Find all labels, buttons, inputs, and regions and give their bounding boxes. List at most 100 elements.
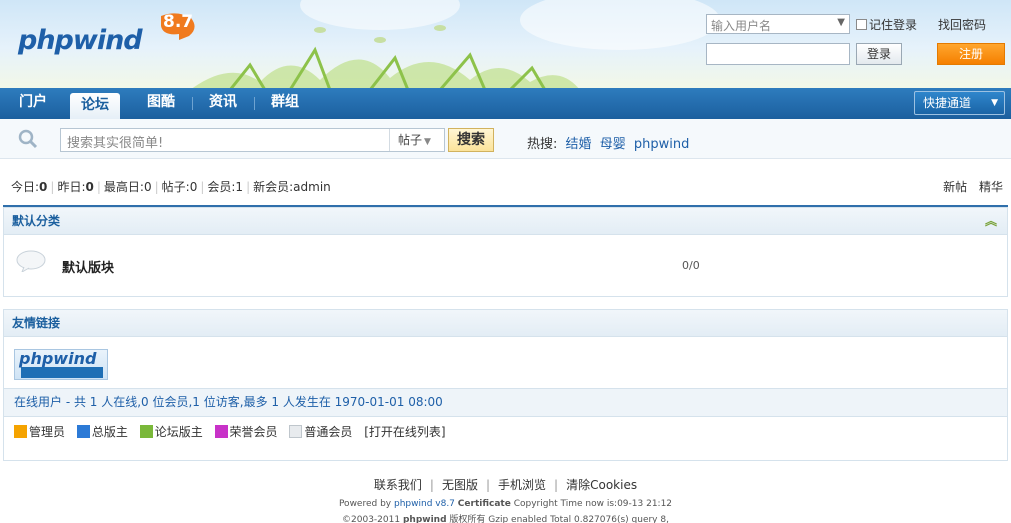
online-users-summary[interactable]: 在线用户 - 共 1 人在线,0 位会员,1 位访客,最多 1 人发生在 197…	[4, 389, 1007, 417]
admin-icon	[14, 425, 27, 438]
forum-name[interactable]: 默认版块	[62, 257, 114, 276]
forum-row: 默认版块 0/0	[4, 235, 1007, 295]
copyright-prefix: ©2003-2011	[342, 515, 401, 523]
stat-divider: |	[200, 180, 205, 194]
nav-divider	[254, 97, 255, 110]
remember-label: 记住登录	[869, 18, 918, 32]
stat-newest-value[interactable]: admin	[293, 180, 331, 194]
copyright-brand[interactable]: phpwind	[403, 515, 447, 523]
stat-newest-label: 新会员:	[253, 180, 294, 194]
contact-link[interactable]: 联系我们	[374, 478, 422, 492]
stat-posts-value: 0	[189, 180, 198, 194]
legend-label: 总版主	[91, 425, 128, 439]
stat-divider: |	[154, 180, 159, 194]
remember-checkbox[interactable]	[856, 19, 867, 30]
forum-stats: 今日:0 | 昨日:0 | 最高日:0 | 帖子:0 | 会员:1 | 新会员:admin	[11, 178, 331, 195]
digest-link[interactable]: 精华	[979, 180, 1003, 194]
login-button[interactable]: 登录	[856, 43, 902, 65]
stat-members-value: 1	[235, 180, 244, 194]
stat-yesterday-value: 0	[85, 180, 94, 194]
certificate-link[interactable]: Certificate	[458, 499, 511, 509]
remember-login[interactable]: 记住登录	[856, 16, 917, 33]
category-section: 默认分类 ︽ 默认版块 0/0	[3, 207, 1008, 297]
friend-links-body: phpwind	[4, 337, 1007, 389]
powered-product-link[interactable]: phpwind v8.7	[394, 499, 455, 509]
hot-search: 热搜: 结婚 母婴 phpwind	[527, 133, 689, 152]
legend-label: 论坛版主	[154, 425, 203, 439]
category-header: 默认分类 ︽	[4, 208, 1007, 235]
clear-cookies-link[interactable]: 清除Cookies	[566, 478, 637, 492]
new-posts-link[interactable]: 新帖	[943, 180, 967, 194]
hot-keyword[interactable]: 母婴	[600, 137, 626, 152]
legend-label: 普通会员	[304, 425, 353, 439]
chevron-down-icon: ▼	[424, 137, 431, 147]
grass-decoration	[192, 25, 579, 88]
register-button[interactable]: 注册	[937, 43, 1005, 65]
stat-today-value: 0	[39, 180, 48, 194]
forum-bubble-icon	[16, 250, 46, 272]
stat-today-label: 今日:	[11, 180, 40, 194]
version-badge: 8.7	[163, 12, 194, 32]
search-bar: 搜索其实很简单! 帖子 ▼ 搜索 热搜: 结婚 母婴 phpwind	[0, 119, 1011, 159]
phpwind-link-logo[interactable]: phpwind	[14, 349, 108, 380]
legend-member: 普通会员	[289, 425, 352, 439]
username-placeholder: 输入用户名	[711, 19, 772, 33]
powered-prefix: Powered by	[338, 499, 392, 509]
copyright-suffix: Gzip enabled Total 0.827076(s) query 8,	[488, 515, 669, 523]
hot-keyword[interactable]: 结婚	[566, 137, 592, 152]
quick-access-button[interactable]: 快捷通道 ▼	[914, 91, 1005, 115]
site-logo[interactable]: phpwind	[18, 25, 143, 56]
link-logo-banner	[21, 367, 103, 378]
password-input[interactable]	[706, 43, 850, 65]
category-title[interactable]: 默认分类	[12, 214, 60, 228]
nav-item-photos[interactable]: 图酷	[138, 88, 184, 119]
quick-access-label: 快捷通道	[923, 96, 972, 110]
footer-divider: |	[429, 478, 434, 492]
search-icon	[18, 129, 38, 149]
search-input[interactable]: 搜索其实很简单!	[60, 128, 445, 152]
nav-item-portal[interactable]: 门户	[10, 88, 56, 119]
legend-label: 管理员	[29, 425, 66, 439]
stat-max-value: 0	[143, 180, 152, 194]
forgot-password-link[interactable]: 找回密码	[938, 16, 986, 33]
member-icon	[289, 425, 303, 438]
legend-honor-member: 荣誉会员	[214, 425, 278, 439]
legend-admin: 管理员	[14, 425, 65, 439]
nav-item-forum[interactable]: 论坛	[70, 93, 120, 119]
nav-item-groups[interactable]: 群组	[262, 88, 308, 119]
search-type-select[interactable]: 帖子 ▼	[389, 129, 444, 151]
quick-links: 新帖 精华	[935, 178, 1003, 195]
powered-by: Powered by phpwind v8.7 Certificate Copy…	[0, 499, 1011, 509]
powered-suffix: Copyright Time now is:09-13 21:12	[513, 499, 673, 509]
friend-links-section: 友情链接 phpwind 在线用户 - 共 1 人在线,0 位会员,1 位访客,…	[3, 309, 1008, 461]
copyright-rights: 版权所有	[449, 515, 486, 523]
open-online-list-link[interactable]: [打开在线列表]	[364, 425, 445, 439]
collapse-icon[interactable]: ︽	[985, 208, 997, 234]
stat-divider: |	[50, 180, 55, 194]
hot-keyword[interactable]: phpwind	[634, 137, 689, 152]
login-form: 输入用户名 ▼ 记住登录 找回密码 登录 注册	[706, 14, 1006, 74]
legend-moderator: 论坛版主	[139, 425, 203, 439]
mobile-link[interactable]: 手机浏览	[498, 478, 546, 492]
chevron-down-icon[interactable]: ▼	[837, 17, 845, 28]
honor-member-icon	[214, 425, 228, 438]
forum-post-count: 0/0	[682, 259, 700, 272]
chevron-down-icon: ▼	[991, 98, 998, 108]
search-button[interactable]: 搜索	[448, 128, 494, 152]
stat-divider: |	[96, 180, 101, 194]
hot-search-label: 热搜:	[527, 137, 558, 152]
legend-super-moderator: 总版主	[76, 425, 128, 439]
stat-posts-label: 帖子:	[161, 180, 190, 194]
text-version-link[interactable]: 无图版	[442, 478, 478, 492]
member-legend: 管理员 总版主 论坛版主 荣誉会员 普通会员 [打开在线列表]	[4, 417, 1007, 449]
link-logo-text: phpwind	[19, 349, 97, 368]
username-input[interactable]: 输入用户名 ▼	[706, 14, 850, 34]
nav-item-news[interactable]: 资讯	[200, 88, 246, 119]
legend-label: 荣誉会员	[229, 425, 278, 439]
stat-max-label: 最高日:	[103, 180, 144, 194]
friend-links-title: 友情链接	[12, 316, 61, 330]
copyright: ©2003-2011 phpwind 版权所有 Gzip enabled Tot…	[0, 512, 1011, 523]
page-header: phpwind 8.7 输入用户名 ▼ 记住登录 找回密码 登录 注册	[0, 0, 1011, 88]
stat-divider: |	[246, 180, 251, 194]
stat-members-label: 会员:	[207, 180, 236, 194]
